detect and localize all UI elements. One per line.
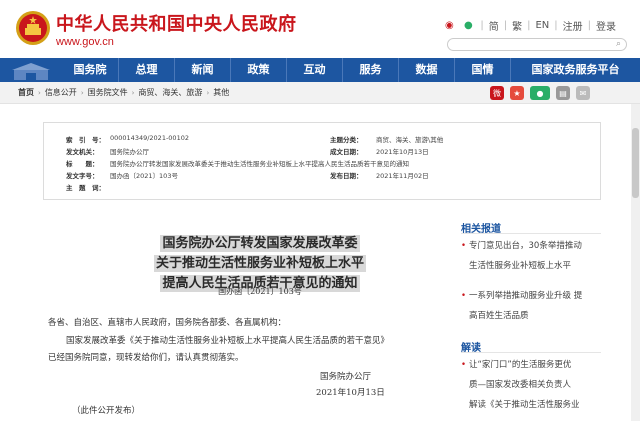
share-qzone-icon[interactable]: ★ (510, 86, 524, 100)
info-issuer: 发文机关： 国务院办公厅 (66, 148, 149, 156)
search-icon[interactable]: ⌕ (616, 39, 621, 49)
breadcrumb: 首页 › 信息公开 › 国务院文件 › 商贸、海关、旅游 › 其他 (18, 87, 229, 98)
share-bar: 微 ★ ● ▤ ✉ (490, 86, 590, 100)
info-docno: 发文字号： 国办函〔2021〕103号 (66, 172, 178, 180)
login-link[interactable]: 登录 (596, 18, 616, 33)
breadcrumb-bar: 首页 › 信息公开 › 国务院文件 › 商贸、海关、旅游 › 其他 微 ★ ● … (0, 82, 640, 104)
chevron-right-icon: › (80, 88, 84, 97)
bullet-icon: • (461, 241, 467, 251)
nav-national-conditions[interactable]: 国情 (454, 58, 510, 82)
info-index: 索 引 号： 000014349/2021-00102 (66, 134, 189, 144)
favorite-icon[interactable]: ✉ (576, 86, 590, 100)
related-report-item[interactable]: • 专门意见出台，30条举措推动 生活性服务业补短板上水平 (461, 236, 611, 276)
main-nav: 国务院 总理 新闻 政策 互动 服务 数据 国情 国家政务服务平台 (0, 58, 640, 82)
national-emblem-icon[interactable] (15, 10, 51, 46)
info-keywords: 主 题 词： (66, 184, 105, 192)
english-link[interactable]: EN (535, 20, 549, 31)
nav-services[interactable]: 服务 (342, 58, 398, 82)
document-info-table: 索 引 号： 000014349/2021-00102 主题分类： 商贸、海关、旅游… (43, 122, 601, 200)
search-input[interactable]: ⌕ (447, 38, 627, 51)
divider (461, 233, 601, 234)
document-salutation: 各省、自治区、直辖市人民政府，国务院各部委、各直属机构： (48, 318, 287, 328)
breadcrumb-state-council-docs[interactable]: 国务院文件 (88, 87, 128, 98)
bullet-icon: • (461, 291, 467, 301)
nav-interaction[interactable]: 互动 (286, 58, 342, 82)
simplified-link[interactable]: 简 (489, 18, 499, 33)
share-wechat-icon[interactable]: ● (530, 86, 550, 100)
info-date: 成文日期： 2021年10月13日 (330, 148, 429, 156)
breadcrumb-other[interactable]: 其他 (213, 87, 229, 98)
chevron-right-icon: › (131, 88, 135, 97)
register-link[interactable]: 注册 (563, 18, 583, 33)
scrollbar-thumb[interactable] (632, 128, 639, 198)
wechat-icon[interactable]: ● (461, 19, 475, 33)
divider (461, 352, 601, 353)
related-report-item[interactable]: • 一系列举措推动服务业升级 提 高百姓生活品质 (461, 286, 611, 326)
share-weibo-icon[interactable]: 微 (490, 86, 504, 100)
document-signature: 国务院办公厅 (320, 372, 372, 382)
document-note: （此件公开发布） (72, 406, 141, 416)
nav-state-council[interactable]: 国务院 (62, 58, 118, 82)
document-title-line: 国务院办公厅转发国家发展改革委 (160, 235, 360, 252)
top-links: ◉ ● | 简 | 繁 | EN | 注册 | 登录 (442, 18, 616, 33)
site-title[interactable]: 中华人民共和国中央人民政府 (56, 10, 297, 36)
breadcrumb-category[interactable]: 商贸、海关、旅游 (138, 87, 202, 98)
site-url: www.gov.cn (56, 36, 114, 48)
nav-news[interactable]: 新闻 (174, 58, 230, 82)
chevron-right-icon: › (38, 88, 41, 97)
document-sign-date: 2021年10月13日 (316, 388, 385, 398)
traditional-link[interactable]: 繁 (512, 18, 522, 33)
site-header: 中华人民共和国中央人民政府 www.gov.cn ◉ ● | 简 | 繁 | E… (0, 0, 640, 58)
interpretation-item[interactable]: • 让“家门口”的生活服务更优 质—国家发改委相关负责人 解读《关于推动生活性服务… (461, 355, 611, 415)
info-title: 标 题： 国务院办公厅转发国家发展改革委关于推动生活性服务业补短板上水平提高人民生… (66, 160, 409, 168)
tiananmen-icon (0, 58, 62, 82)
nav-gov-service-platform[interactable]: 国家政务服务平台 (510, 58, 640, 82)
document-title: 国务院办公厅转发国家发展改革委 关于推动生活性服务业补短板上水平 提高人民生活品… (110, 232, 410, 292)
chevron-right-icon: › (206, 88, 210, 97)
print-icon[interactable]: ▤ (556, 86, 570, 100)
nav-data[interactable]: 数据 (398, 58, 454, 82)
nav-premier[interactable]: 总理 (118, 58, 174, 82)
breadcrumb-home[interactable]: 首页 (18, 87, 34, 98)
document-paragraph: 已经国务院同意，现转发给你们，请认真贯彻落实。 (48, 353, 244, 363)
bullet-icon: • (461, 360, 467, 370)
document-paragraph: 国家发展改革委《关于推动生活性服务业补短板上水平提高人民生活品质的若干意见》 (66, 336, 390, 346)
info-pubdate: 发布日期： 2021年11月02日 (330, 172, 429, 180)
nav-policy[interactable]: 政策 (230, 58, 286, 82)
weibo-icon[interactable]: ◉ (442, 19, 456, 33)
document-number: 国办函〔2021〕103号 (218, 287, 302, 296)
document-title-line: 关于推动生活性服务业补短板上水平 (153, 255, 366, 272)
info-theme: 主题分类： 商贸、海关、旅游\其他 (330, 136, 444, 144)
breadcrumb-info-disclosure[interactable]: 信息公开 (45, 87, 77, 98)
